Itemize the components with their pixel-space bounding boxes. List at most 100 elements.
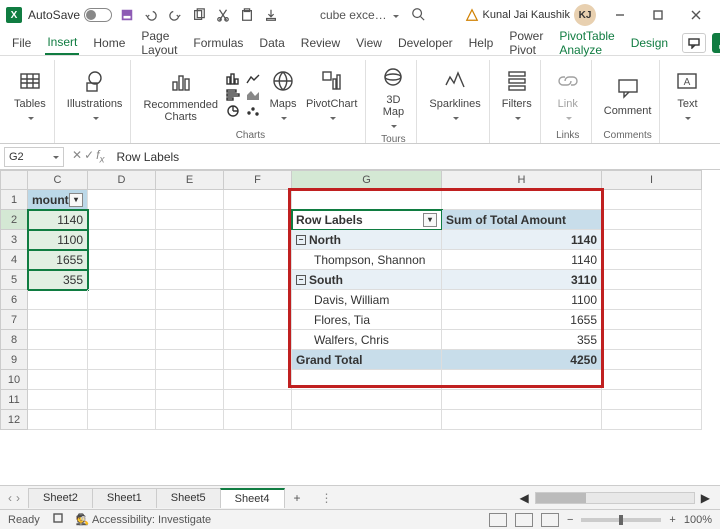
redo-icon[interactable] xyxy=(166,6,184,24)
chart-icon xyxy=(166,67,196,97)
copy-icon[interactable] xyxy=(190,6,208,24)
pivot-grand-total[interactable]: Grand Total xyxy=(292,350,442,370)
share-button[interactable] xyxy=(712,33,720,53)
tab-data[interactable]: Data xyxy=(257,32,286,54)
zoom-slider[interactable] xyxy=(581,518,661,522)
tab-formulas[interactable]: Formulas xyxy=(191,32,245,54)
3d-map-button[interactable]: 3D Map xyxy=(376,60,410,134)
area-chart-icon[interactable] xyxy=(244,88,262,102)
pivot-item[interactable]: Flores, Tia xyxy=(292,310,442,330)
tab-insert[interactable]: Insert xyxy=(45,31,79,55)
zoom-out-button[interactable]: − xyxy=(567,514,573,526)
maps-button[interactable]: Maps xyxy=(266,64,300,126)
col-header-h[interactable]: H xyxy=(442,170,602,190)
text-button[interactable]: A Text xyxy=(670,64,704,126)
collapse-icon[interactable]: − xyxy=(296,275,306,285)
link-icon xyxy=(553,66,583,96)
sparklines-button[interactable]: Sparklines xyxy=(427,64,482,126)
link-button[interactable]: Link xyxy=(551,64,585,126)
col-header-g[interactable]: G xyxy=(292,170,442,190)
recommended-charts-button[interactable]: Recommended Charts xyxy=(141,65,220,125)
chart-type-gallery[interactable] xyxy=(224,72,262,118)
tab-file[interactable]: File xyxy=(10,32,33,54)
3d-globe-icon xyxy=(378,62,408,92)
paste-icon[interactable] xyxy=(238,6,256,24)
undo-icon[interactable] xyxy=(142,6,160,24)
page-layout-view-button[interactable] xyxy=(515,513,533,527)
pivot-row-labels-header[interactable]: Row Labels▾ xyxy=(292,210,442,230)
name-box[interactable]: G2 xyxy=(4,147,64,167)
tab-page-layout[interactable]: Page Layout xyxy=(139,25,179,61)
sheet-next-icon[interactable]: › xyxy=(16,491,20,505)
normal-view-button[interactable] xyxy=(489,513,507,527)
autosave-control[interactable]: AutoSave xyxy=(28,8,112,22)
column-chart-icon[interactable] xyxy=(224,72,242,86)
document-name[interactable]: cube exce… xyxy=(320,8,399,22)
user-account[interactable]: Kunal Jai Kaushik KJ xyxy=(465,4,596,26)
sheet-tab[interactable]: Sheet5 xyxy=(156,488,221,508)
maximize-button[interactable] xyxy=(640,1,676,29)
pivot-values-header[interactable]: Sum of Total Amount xyxy=(442,210,602,230)
tab-design[interactable]: Design xyxy=(629,32,670,54)
line-chart-icon[interactable] xyxy=(244,72,262,86)
col-header-d[interactable]: D xyxy=(88,170,156,190)
worksheet-grid[interactable]: C D E F G H I 1 mount▾ 2 1140 Row Labels… xyxy=(0,170,720,485)
pivot-item[interactable]: Davis, William xyxy=(292,290,442,310)
tab-help[interactable]: Help xyxy=(467,32,496,54)
col-header-c[interactable]: C xyxy=(28,170,88,190)
autosave-toggle[interactable] xyxy=(84,8,112,22)
fx-icon[interactable]: fx xyxy=(96,148,104,165)
pivot-item[interactable]: Walfers, Chris xyxy=(292,330,442,350)
cancel-formula-icon[interactable]: ✕ xyxy=(72,148,82,165)
tab-review[interactable]: Review xyxy=(299,32,342,54)
add-sheet-button[interactable]: + xyxy=(284,491,311,505)
touch-mode-icon[interactable] xyxy=(262,6,280,24)
scatter-chart-icon[interactable] xyxy=(244,104,262,118)
formula-input[interactable]: Row Labels xyxy=(108,150,720,164)
tab-home[interactable]: Home xyxy=(91,32,127,54)
tab-power-pivot[interactable]: Power Pivot xyxy=(507,25,545,61)
zoom-level[interactable]: 100% xyxy=(684,514,712,526)
scroll-right-icon[interactable]: ▶ xyxy=(701,491,710,505)
macro-record-icon[interactable] xyxy=(52,512,64,527)
pivot-item[interactable]: Thompson, Shannon xyxy=(292,250,442,270)
select-all-corner[interactable] xyxy=(0,170,28,190)
filters-button[interactable]: Filters xyxy=(500,64,534,126)
search-icon[interactable] xyxy=(411,7,425,24)
sheet-tab[interactable]: Sheet1 xyxy=(92,488,157,508)
bar-chart-icon[interactable] xyxy=(224,88,242,102)
zoom-in-button[interactable]: + xyxy=(669,514,675,526)
cut-icon[interactable] xyxy=(214,6,232,24)
cell[interactable]: 1140 xyxy=(28,210,88,230)
pivotchart-button[interactable]: PivotChart xyxy=(304,64,359,126)
col-header-e[interactable]: E xyxy=(156,170,224,190)
pivot-filter-icon[interactable]: ▾ xyxy=(423,213,437,227)
save-icon[interactable] xyxy=(118,6,136,24)
tab-view[interactable]: View xyxy=(354,32,384,54)
tab-developer[interactable]: Developer xyxy=(396,32,455,54)
cell[interactable]: mount▾ xyxy=(28,190,88,210)
comments-pane-button[interactable] xyxy=(682,33,706,53)
filter-dropdown-icon[interactable]: ▾ xyxy=(69,193,83,207)
accessibility-status[interactable]: 🕵 Accessibility: Investigate xyxy=(76,513,211,526)
comment-button[interactable]: Comment xyxy=(602,71,654,119)
collapse-icon[interactable]: − xyxy=(296,235,306,245)
pivot-group-north[interactable]: −North xyxy=(292,230,442,250)
sheet-tab[interactable]: Sheet2 xyxy=(28,488,93,508)
close-button[interactable] xyxy=(678,1,714,29)
col-header-f[interactable]: F xyxy=(224,170,292,190)
row-header[interactable]: 2 xyxy=(0,210,28,230)
scroll-left-icon[interactable]: ◀ xyxy=(520,491,529,505)
horizontal-scrollbar[interactable] xyxy=(535,492,695,504)
col-header-i[interactable]: I xyxy=(602,170,702,190)
sheet-tab-active[interactable]: Sheet4 xyxy=(220,488,285,508)
tables-button[interactable]: Tables xyxy=(12,64,48,126)
sheet-prev-icon[interactable]: ‹ xyxy=(8,491,12,505)
pie-chart-icon[interactable] xyxy=(224,104,242,118)
row-header[interactable]: 1 xyxy=(0,190,28,210)
illustrations-button[interactable]: Illustrations xyxy=(65,64,125,126)
enter-formula-icon[interactable]: ✓ xyxy=(84,148,94,165)
pivot-group-south[interactable]: −South xyxy=(292,270,442,290)
tab-pivot-analyze[interactable]: PivotTable Analyze xyxy=(557,25,616,61)
page-break-view-button[interactable] xyxy=(541,513,559,527)
